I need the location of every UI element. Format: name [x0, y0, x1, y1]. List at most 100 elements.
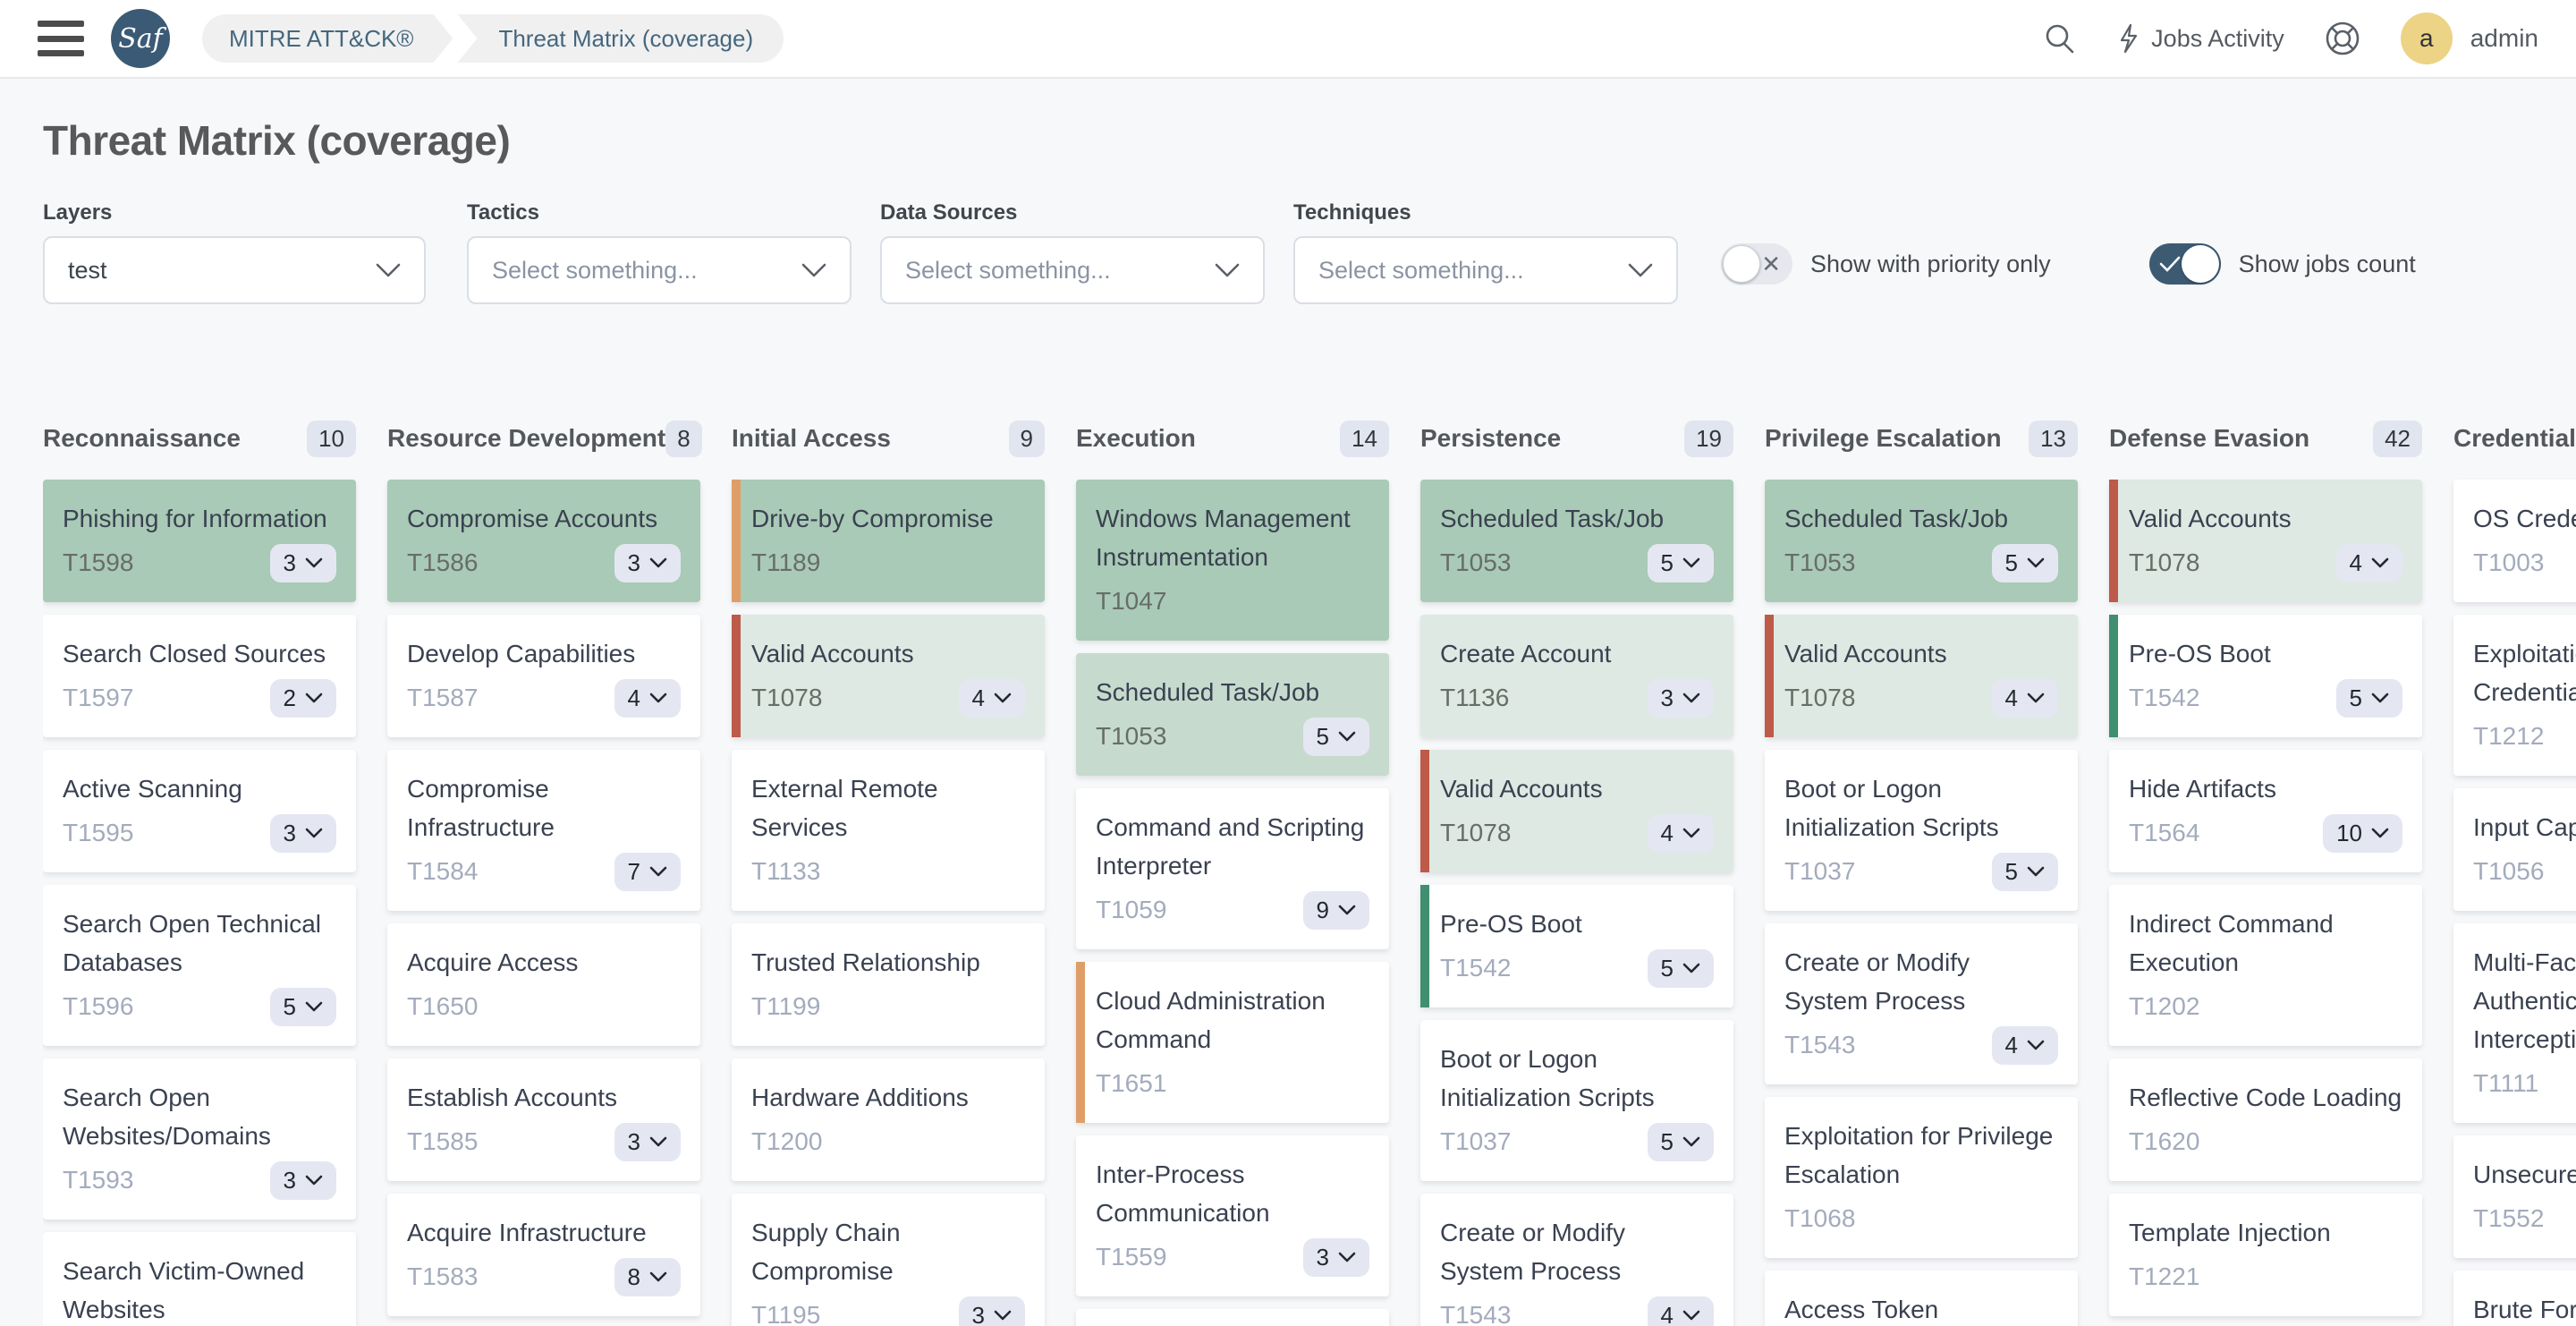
technique-card[interactable]: Indirect Command Execution T1202 — [2109, 885, 2422, 1046]
technique-card[interactable]: Develop Capabilities T1587 4 — [387, 615, 700, 737]
technique-card[interactable]: Pre-OS Boot T1542 5 — [1420, 885, 1733, 1007]
technique-card[interactable]: Windows Management Instrumentation T1047 — [1076, 480, 1389, 641]
technique-card[interactable]: Valid Accounts T1078 4 — [2109, 480, 2422, 602]
jobs-count-pill[interactable]: 5 — [1303, 718, 1369, 756]
app-logo[interactable]: Saf — [111, 9, 170, 68]
jobs-count-pill[interactable]: 5 — [270, 988, 336, 1026]
jobs-count-pill[interactable]: 4 — [614, 679, 681, 718]
technique-card[interactable]: Serverless Execution T1648 — [1076, 1309, 1389, 1326]
technique-card[interactable]: Valid Accounts T1078 4 — [732, 615, 1045, 737]
technique-card[interactable]: Template Injection T1221 — [2109, 1194, 2422, 1316]
jobs-count-pill[interactable]: 4 — [1648, 1296, 1714, 1326]
technique-card[interactable]: Hide Artifacts T1564 10 — [2109, 750, 2422, 872]
technique-card[interactable]: Supply Chain Compromise T1195 3 — [732, 1194, 1045, 1326]
tactics-select[interactable]: Select something... — [467, 236, 852, 304]
jobs-count-pill[interactable]: 2 — [270, 679, 336, 718]
jobs-count-pill[interactable]: 4 — [1992, 1026, 2058, 1065]
technique-card[interactable]: Scheduled Task/Job T1053 5 — [1076, 653, 1389, 776]
technique-id: T1078 — [1440, 819, 1511, 847]
technique-card[interactable]: Search Open Websites/Domains T1593 3 — [43, 1058, 356, 1220]
technique-card[interactable]: Phishing for Information T1598 3 — [43, 480, 356, 602]
technique-card[interactable]: Reflective Code Loading T1620 — [2109, 1058, 2422, 1181]
technique-card[interactable]: Exploitation for Privilege Escalation T1… — [1765, 1097, 2078, 1258]
jobs-count-pill[interactable]: 10 — [2323, 814, 2402, 853]
jobs-count-pill[interactable]: 5 — [1648, 949, 1714, 988]
technique-card[interactable]: Drive-by Compromise T1189 — [732, 480, 1045, 602]
jobs-count-pill[interactable]: 3 — [270, 814, 336, 853]
technique-id: T1593 — [63, 1166, 133, 1194]
technique-card[interactable]: Boot or Logon Initialization Scripts T10… — [1765, 750, 2078, 911]
toggle-show-jobs-count[interactable]: ✕ Show jobs count — [2149, 243, 2416, 285]
help-lifebuoy-icon[interactable] — [2324, 20, 2361, 57]
technique-card[interactable]: Brute Force T1110 — [2453, 1271, 2576, 1326]
data-sources-select[interactable]: Select something... — [880, 236, 1265, 304]
technique-card[interactable]: Inter-Process Communication T1559 3 — [1076, 1135, 1389, 1296]
breadcrumb-mitre-attack[interactable]: MITRE ATT&CK® — [202, 14, 453, 63]
menu-hamburger-icon[interactable] — [38, 21, 84, 56]
tactic-header: Privilege Escalation 13 — [1765, 417, 2078, 460]
technique-card[interactable]: Exploitation for Credential Access T1212 — [2453, 615, 2576, 776]
jobs-count-pill[interactable]: 3 — [1648, 679, 1714, 718]
technique-card[interactable]: Hardware Additions T1200 — [732, 1058, 1045, 1181]
toggle-switch[interactable]: ✕ — [1721, 243, 1792, 285]
jobs-count-pill[interactable]: 8 — [614, 1258, 681, 1296]
jobs-count-pill[interactable]: 4 — [959, 679, 1025, 718]
technique-card[interactable]: Compromise Infrastructure T1584 7 — [387, 750, 700, 911]
filter-layers: Layers test — [43, 200, 426, 304]
breadcrumb-threat-matrix[interactable]: Threat Matrix (coverage) — [457, 14, 784, 63]
technique-card[interactable]: Search Closed Sources T1597 2 — [43, 615, 356, 737]
technique-card[interactable]: Compromise Accounts T1586 3 — [387, 480, 700, 602]
technique-id: T1111 — [2473, 1069, 2538, 1098]
toggle-switch[interactable]: ✕ — [2149, 243, 2221, 285]
jobs-activity-button[interactable]: Jobs Activity — [2117, 23, 2284, 54]
technique-card[interactable]: Acquire Infrastructure T1583 8 — [387, 1194, 700, 1316]
technique-card[interactable]: Boot or Logon Initialization Scripts T10… — [1420, 1020, 1733, 1181]
jobs-count-pill[interactable]: 4 — [1992, 679, 2058, 718]
jobs-count-pill[interactable]: 3 — [614, 1123, 681, 1161]
jobs-count-pill[interactable]: 5 — [1992, 853, 2058, 891]
techniques-select[interactable]: Select something... — [1293, 236, 1678, 304]
technique-card[interactable]: Create or Modify System Process T1543 4 — [1420, 1194, 1733, 1326]
technique-card[interactable]: Active Scanning T1595 3 — [43, 750, 356, 872]
jobs-count-pill[interactable]: 5 — [2336, 679, 2402, 718]
technique-card[interactable]: Multi-Factor Authentication Interception… — [2453, 923, 2576, 1123]
jobs-count-pill[interactable]: 5 — [1648, 544, 1714, 582]
technique-card[interactable]: Command and Scripting Interpreter T1059 … — [1076, 788, 1389, 949]
technique-card[interactable]: Trusted Relationship T1199 — [732, 923, 1045, 1046]
jobs-count-pill[interactable]: 5 — [1648, 1123, 1714, 1161]
user-menu[interactable]: a admin — [2401, 13, 2538, 64]
technique-card[interactable]: Valid Accounts T1078 4 — [1765, 615, 2078, 737]
technique-card[interactable]: OS Credential Dumping T1003 — [2453, 480, 2576, 602]
technique-card[interactable]: Establish Accounts T1585 3 — [387, 1058, 700, 1181]
technique-card[interactable]: Acquire Access T1650 — [387, 923, 700, 1046]
technique-card[interactable]: Unsecured Credentials T1552 — [2453, 1135, 2576, 1258]
technique-card[interactable]: Valid Accounts T1078 4 — [1420, 750, 1733, 872]
technique-card[interactable]: Create or Modify System Process T1543 4 — [1765, 923, 2078, 1084]
toggle-show-priority-only[interactable]: ✕ Show with priority only — [1721, 243, 2051, 285]
layers-select[interactable]: test — [43, 236, 426, 304]
technique-card[interactable]: External Remote Services T1133 — [732, 750, 1045, 911]
jobs-count-pill[interactable]: 3 — [270, 1161, 336, 1200]
jobs-count-pill[interactable]: 3 — [614, 544, 681, 582]
technique-card[interactable]: Pre-OS Boot T1542 5 — [2109, 615, 2422, 737]
technique-title: Scheduled Task/Job — [1784, 499, 2058, 538]
jobs-count-pill[interactable]: 3 — [1303, 1238, 1369, 1277]
search-icon[interactable] — [2042, 21, 2078, 56]
jobs-count-pill[interactable]: 3 — [270, 544, 336, 582]
jobs-count-pill[interactable]: 7 — [614, 853, 681, 891]
jobs-count-pill[interactable]: 5 — [1992, 544, 2058, 582]
jobs-count-pill[interactable]: 4 — [2336, 544, 2402, 582]
tactic-name: Privilege Escalation — [1765, 424, 2002, 453]
technique-card[interactable]: Cloud Administration Command T1651 — [1076, 962, 1389, 1123]
jobs-count-pill[interactable]: 3 — [959, 1296, 1025, 1326]
technique-card[interactable]: Create Account T1136 3 — [1420, 615, 1733, 737]
jobs-count-pill[interactable]: 9 — [1303, 891, 1369, 930]
page-title: Threat Matrix (coverage) — [43, 116, 2533, 165]
technique-card[interactable]: Access Token Manipulation T1134 5 — [1765, 1271, 2078, 1326]
jobs-count-pill[interactable]: 4 — [1648, 814, 1714, 853]
technique-card[interactable]: Scheduled Task/Job T1053 5 — [1765, 480, 2078, 602]
technique-card[interactable]: Scheduled Task/Job T1053 5 — [1420, 480, 1733, 602]
technique-card[interactable]: Search Open Technical Databases T1596 5 — [43, 885, 356, 1046]
technique-card[interactable]: Input Capture T1056 — [2453, 788, 2576, 911]
technique-card[interactable]: Search Victim-Owned Websites T1594 — [43, 1232, 356, 1326]
